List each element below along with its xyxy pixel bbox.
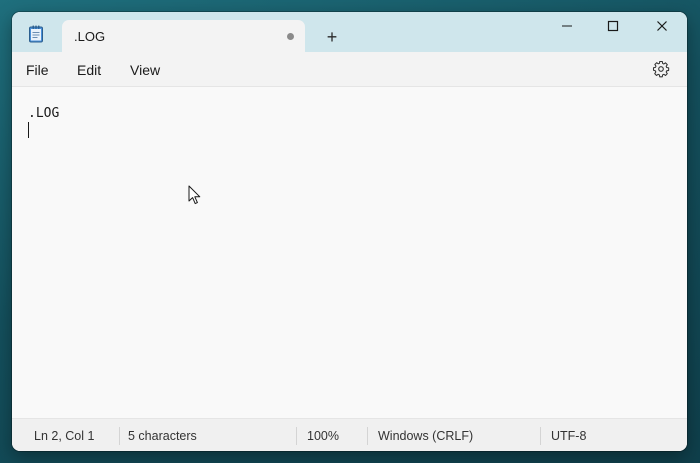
unsaved-dot-icon[interactable] <box>279 25 301 47</box>
status-position[interactable]: Ln 2, Col 1 <box>34 429 94 443</box>
close-button[interactable] <box>639 12 685 40</box>
tab-title: .LOG <box>74 29 106 44</box>
status-encoding[interactable]: UTF-8 <box>551 429 586 443</box>
status-divider <box>367 427 368 445</box>
status-characters[interactable]: 5 characters <box>128 429 197 443</box>
new-tab-button[interactable]: + <box>318 26 346 48</box>
minimize-icon <box>562 25 572 27</box>
status-divider <box>119 427 120 445</box>
title-bar[interactable]: .LOG + <box>12 12 687 52</box>
maximize-button[interactable] <box>590 12 636 40</box>
text-caret <box>28 122 29 138</box>
tab-document[interactable]: .LOG <box>62 20 305 52</box>
menu-edit[interactable]: Edit <box>77 62 101 78</box>
editor-line-1: .LOG <box>28 106 60 121</box>
menu-file[interactable]: File <box>26 62 49 78</box>
gear-icon[interactable] <box>652 60 670 78</box>
status-divider <box>296 427 297 445</box>
notepad-icon <box>29 25 43 43</box>
menu-bar: File Edit View <box>12 52 687 87</box>
status-bar: Ln 2, Col 1 5 characters 100% Windows (C… <box>12 418 687 451</box>
close-icon <box>657 21 667 31</box>
status-zoom[interactable]: 100% <box>307 429 339 443</box>
status-line-ending[interactable]: Windows (CRLF) <box>378 429 473 443</box>
maximize-icon <box>607 20 619 32</box>
notepad-window: .LOG + File Edit View .LOG Ln 2, Col 1 5… <box>12 12 687 451</box>
minimize-button[interactable] <box>544 12 590 40</box>
mouse-pointer-icon <box>188 185 201 205</box>
text-editor[interactable]: .LOG <box>12 87 687 418</box>
status-divider <box>540 427 541 445</box>
menu-view[interactable]: View <box>130 62 160 78</box>
